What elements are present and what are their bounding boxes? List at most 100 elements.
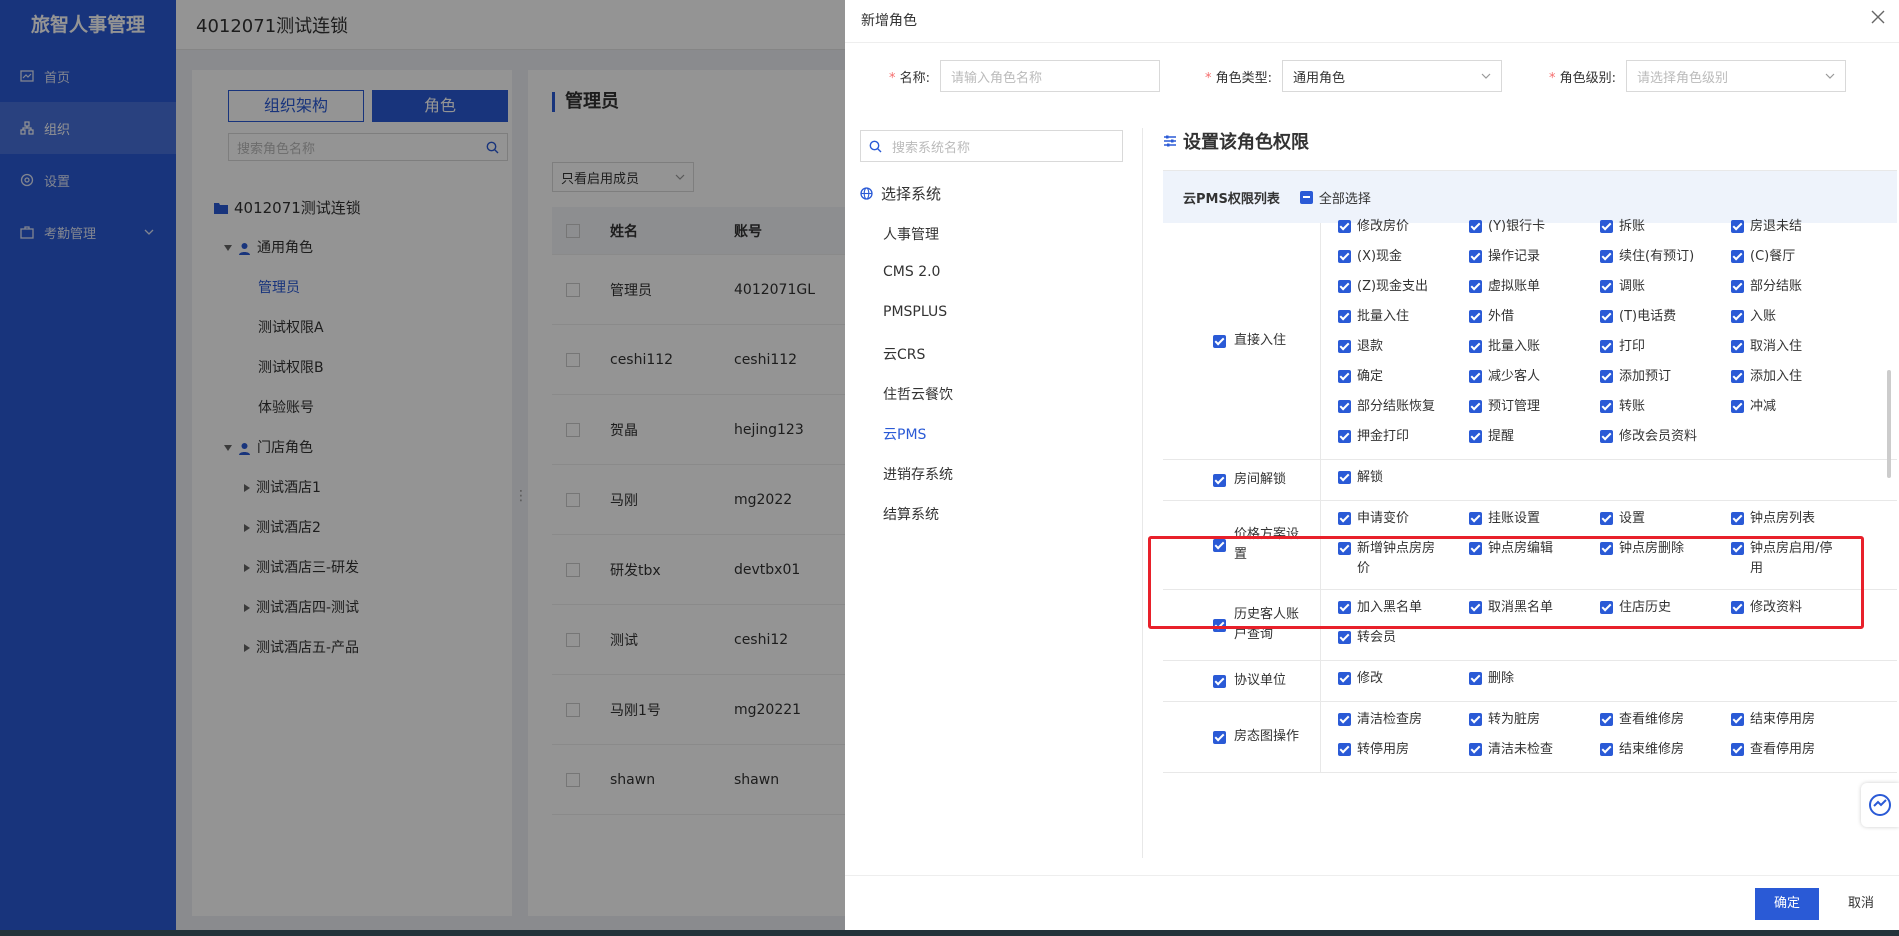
permission-checkbox[interactable]: 新增钟点房房价	[1338, 531, 1469, 579]
name-input[interactable]: 请输入角色名称	[940, 60, 1161, 92]
permission-checkbox[interactable]: 修改会员资料	[1600, 419, 1731, 449]
permission-checkbox[interactable]: 钟点房列表	[1731, 501, 1862, 531]
close-icon[interactable]	[1871, 10, 1885, 24]
permission-checkbox[interactable]: 查看维修房	[1600, 702, 1731, 732]
permission-checkbox[interactable]: 确定	[1338, 359, 1469, 389]
permission-checkbox[interactable]: 查看停用房	[1731, 732, 1862, 762]
assistant-float-icon[interactable]	[1861, 783, 1899, 827]
cancel-button[interactable]: 取消	[1831, 888, 1891, 920]
permission-checkbox[interactable]: 部分结账恢复	[1338, 389, 1469, 419]
permission-checkbox[interactable]: 批量入住	[1338, 299, 1469, 329]
permission-checkbox[interactable]: 添加入住	[1731, 359, 1862, 389]
permission-checkbox[interactable]: 续住(有预订)	[1600, 239, 1731, 269]
permission-checkbox[interactable]: 转会员	[1338, 620, 1469, 650]
permission-checkbox[interactable]: 批量入账	[1469, 329, 1600, 359]
checkbox-checked-icon	[1469, 310, 1482, 323]
checkbox-checked-icon	[1213, 473, 1226, 487]
permission-checkbox[interactable]: 房退未结	[1731, 209, 1862, 239]
permission-checkbox[interactable]: 退款	[1338, 329, 1469, 359]
permission-category[interactable]: 协议单位	[1163, 661, 1321, 701]
permission-checkbox[interactable]: 修改房价	[1338, 209, 1469, 239]
system-item-active[interactable]: 云PMS	[883, 424, 926, 444]
permission-checkbox[interactable]: 钟点房编辑	[1469, 531, 1600, 579]
permission-checkbox[interactable]: (C)餐厅	[1731, 239, 1862, 269]
permission-checkbox[interactable]: 住店历史	[1600, 590, 1731, 620]
permission-label: 续住(有预订)	[1619, 249, 1695, 264]
permission-checkbox[interactable]: 修改	[1338, 661, 1469, 691]
permission-items: 清洁检查房 转为脏房 查看维修房 结束停用房转停用房 清洁未检查 结束维修房 查看停用房	[1321, 702, 1897, 772]
permission-category[interactable]: 历史客人账户查询	[1163, 590, 1321, 660]
checkbox-checked-icon	[1600, 310, 1613, 323]
permission-checkbox[interactable]: 取消黑名单	[1469, 590, 1600, 620]
role-type-select[interactable]: 通用角色	[1282, 60, 1503, 92]
permission-category[interactable]: 房态图操作	[1163, 702, 1321, 772]
permission-checkbox[interactable]: 外借	[1469, 299, 1600, 329]
permission-checkbox[interactable]: 提醒	[1469, 419, 1600, 449]
permission-checkbox[interactable]: 打印	[1600, 329, 1731, 359]
permission-checkbox[interactable]: 钟点房删除	[1600, 531, 1731, 579]
permission-checkbox[interactable]: 冲减	[1731, 389, 1862, 419]
checkbox-checked-icon	[1731, 400, 1744, 413]
system-item[interactable]: 住哲云餐饮	[883, 384, 953, 404]
permission-checkbox[interactable]: 拆账	[1600, 209, 1731, 239]
system-item[interactable]: 进销存系统	[883, 464, 953, 484]
divider	[845, 875, 1899, 876]
checkbox-checked-icon	[1469, 542, 1482, 555]
type-label: * 角色类型:	[1205, 70, 1273, 86]
permission-checkbox[interactable]: (X)现金	[1338, 239, 1469, 269]
permission-checkbox[interactable]: 加入黑名单	[1338, 590, 1469, 620]
permission-checkbox[interactable]: (Z)现金支出	[1338, 269, 1469, 299]
permission-category[interactable]: 房间解锁	[1163, 460, 1321, 500]
permission-checkbox[interactable]: 修改资料	[1731, 590, 1862, 620]
permission-checkbox[interactable]: 取消入住	[1731, 329, 1862, 359]
permission-category[interactable]: 直接入住	[1163, 223, 1321, 459]
checkbox-checked-icon	[1469, 280, 1482, 293]
system-item[interactable]: 人事管理	[883, 224, 939, 244]
checkbox-checked-icon	[1600, 340, 1613, 353]
permission-checkbox[interactable]: 减少客人	[1469, 359, 1600, 389]
confirm-button[interactable]: 确定	[1755, 888, 1819, 920]
role-level-select[interactable]: 请选择角色级别	[1626, 60, 1847, 92]
modal-overlay[interactable]	[0, 0, 845, 936]
system-item[interactable]: 云CRS	[883, 344, 925, 364]
permission-label: 调账	[1619, 279, 1646, 294]
permission-checkbox[interactable]: 虚拟账单	[1469, 269, 1600, 299]
permission-checkbox[interactable]: (T)电话费	[1600, 299, 1731, 329]
system-list-title: 选择系统	[881, 185, 942, 203]
permission-checkbox[interactable]: 钟点房启用/停用	[1731, 531, 1862, 579]
system-item[interactable]: CMS 2.0	[883, 264, 940, 280]
permission-checkbox[interactable]: 转停用房	[1338, 732, 1469, 762]
system-item[interactable]: 结算系统	[883, 504, 939, 524]
permission-checkbox[interactable]: 设置	[1600, 501, 1731, 531]
permission-checkbox[interactable]: (Y)银行卡	[1469, 209, 1600, 239]
permission-checkbox[interactable]: 部分结账	[1731, 269, 1862, 299]
scrollbar[interactable]	[1887, 370, 1891, 478]
permission-category[interactable]: 价格方案设置	[1163, 501, 1321, 589]
permission-checkbox[interactable]: 清洁未检查	[1469, 732, 1600, 762]
permission-checkbox[interactable]: 解锁	[1338, 460, 1469, 490]
permission-checkbox[interactable]: 删除	[1469, 661, 1600, 691]
permission-title-text: 设置该角色权限	[1183, 132, 1309, 153]
permission-checkbox[interactable]: 结束维修房	[1600, 732, 1731, 762]
role-type-value: 通用角色	[1293, 70, 1346, 86]
permission-checkbox[interactable]: 挂账设置	[1469, 501, 1600, 531]
permission-checkbox[interactable]: 添加预订	[1600, 359, 1731, 389]
system-search-input[interactable]: 搜索系统名称	[860, 130, 1123, 162]
permission-checkbox[interactable]: 结束停用房	[1731, 702, 1862, 732]
checkbox-checked-icon	[1338, 713, 1351, 726]
permission-checkbox[interactable]: 预订管理	[1469, 389, 1600, 419]
permission-checkbox[interactable]: 申请变价	[1338, 501, 1469, 531]
permission-checkbox[interactable]: 转为脏房	[1469, 702, 1600, 732]
permission-checkbox[interactable]: 转账	[1600, 389, 1731, 419]
permission-label: 冲减	[1750, 399, 1777, 414]
checkbox-checked-icon	[1469, 601, 1482, 614]
permission-checkbox[interactable]: 调账	[1600, 269, 1731, 299]
permission-checkbox[interactable]: 清洁检查房	[1338, 702, 1469, 732]
permission-checkbox[interactable]: 入账	[1731, 299, 1862, 329]
permission-checkbox[interactable]: 押金打印	[1338, 419, 1469, 449]
select-all-checkbox[interactable]: 全部选择	[1299, 188, 1371, 207]
checkbox-checked-icon	[1338, 250, 1351, 263]
name-label: * 名称:	[889, 70, 931, 86]
system-item[interactable]: PMSPLUS	[883, 304, 947, 320]
permission-checkbox[interactable]: 操作记录	[1469, 239, 1600, 269]
